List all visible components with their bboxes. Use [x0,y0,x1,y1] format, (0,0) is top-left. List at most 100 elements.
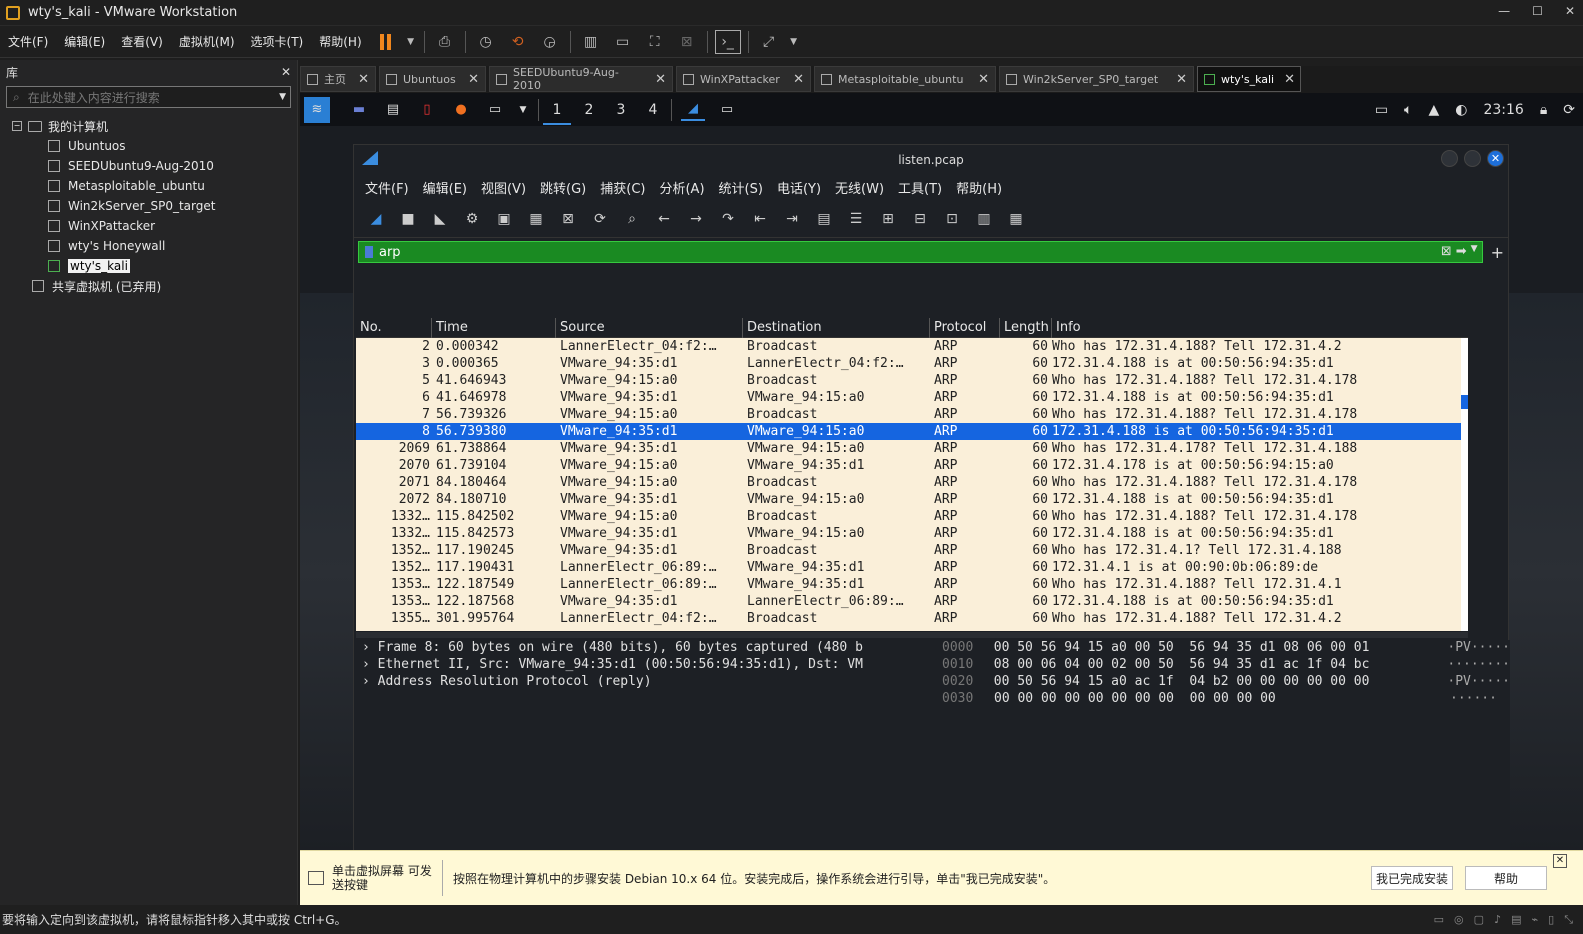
capture-options-icon[interactable]: ⚙ [459,206,485,232]
fullscreen-icon[interactable]: ⤡ [1564,913,1573,927]
resize-columns-icon[interactable]: ▥ [971,206,997,232]
close-tab-icon[interactable]: ✕ [468,72,479,87]
ws-menu-help[interactable]: 帮助(H) [949,178,1009,197]
ws-menu-file[interactable]: 文件(F) [358,178,416,197]
autoscroll-icon[interactable]: ▤ [811,206,837,232]
terminal-task-icon[interactable]: ▭ [715,99,739,121]
pause-button[interactable] [373,30,399,54]
stop-capture-icon[interactable]: ■ [395,206,421,232]
menu-vm[interactable]: 虚拟机(M) [171,33,243,50]
go-back-icon[interactable]: ← [651,206,677,232]
col-header-no[interactable]: No. [356,318,432,338]
send-keys-icon[interactable]: ⎙ [432,30,458,54]
tree-item-vm[interactable]: wty's Honeywall [0,236,297,256]
last-packet-icon[interactable]: ⇥ [779,206,805,232]
packet-row[interactable]: 2069 61.738864 VMware_94:35:d1 VMware_94:15… [356,440,1468,457]
printer-icon[interactable]: ▤ [1511,913,1521,927]
close-file-icon[interactable]: ⊠ [555,206,581,232]
col-header-protocol[interactable]: Protocol [930,318,1000,338]
menu-view[interactable]: 查看(V) [113,33,171,50]
menu-edit[interactable]: 编辑(E) [56,33,113,50]
finished-install-button[interactable]: 我已完成安装 [1371,866,1453,890]
tab-ubuntuos[interactable]: Ubuntuos ✕ [379,66,486,92]
clear-filter-icon[interactable]: ⊠ [1441,244,1452,259]
hex-bytes[interactable]: 08 00 06 04 00 02 00 50 56 94 35 d1 ac 1… [990,657,1448,674]
packet-row[interactable]: 1353… 122.187568 VMware_94:35:d1 LannerElec… [356,593,1468,610]
network-icon[interactable]: ▢ [1474,913,1484,927]
cd-icon[interactable]: ◎ [1454,913,1464,927]
tree-item-vm[interactable]: Win2kServer_SP0_target [0,196,297,216]
packet-bytes[interactable]: 0000 00 50 56 94 15 a0 00 50 56 94 35 d1 … [934,640,1510,850]
tree-node-shared[interactable]: 共享虚拟机 (已弃用) [0,276,297,296]
hex-bytes[interactable]: 00 50 56 94 15 a0 ac 1f 04 b2 00 00 00 0… [990,674,1448,691]
hex-ascii[interactable]: ······ [1450,691,1497,708]
reload-file-icon[interactable]: ⟳ [587,206,613,232]
find-packet-icon[interactable]: ⌕ [619,206,645,232]
hard-disk-icon[interactable]: ▭ [1434,913,1444,927]
fullscreen-icon[interactable]: ⛶ [642,30,668,54]
close-tab-icon[interactable]: ✕ [358,72,369,87]
open-file-icon[interactable]: ▣ [491,206,517,232]
show-library-icon[interactable]: ▥ [578,30,604,54]
minimize-icon[interactable] [1441,150,1458,167]
tree-node-my-computer[interactable]: − 我的计算机 [0,116,297,136]
clock[interactable]: 23:16 [1483,102,1523,118]
pause-dropdown-icon[interactable]: ▼ [405,30,417,54]
hex-ascii[interactable]: ·PV····· [1447,674,1510,691]
packet-row[interactable]: 3 0.000365 VMware_94:35:d1 LannerElectr_04:… [356,355,1468,372]
expand-icon[interactable]: › [362,657,378,672]
hex-ascii[interactable]: ·PV····· [1447,640,1510,657]
display-icon[interactable]: ▭ [1375,102,1388,118]
tab-winxpattacker[interactable]: WinXPattacker ✕ [676,66,811,92]
sound-icon[interactable]: ♪ [1494,913,1501,927]
snapshot-manager-icon[interactable]: ◶ [537,30,563,54]
tab-metasploitable[interactable]: Metasploitable_ubuntu ✕ [814,66,996,92]
tree-item-vm[interactable]: Metasploitable_ubuntu [0,176,297,196]
normal-size-icon[interactable]: ⊡ [939,206,965,232]
add-filter-button-icon[interactable]: + [1491,243,1504,262]
hex-bytes[interactable]: 00 50 56 94 15 a0 00 50 56 94 35 d1 08 0… [990,640,1448,657]
tree-item-vm-selected[interactable]: wty's_kali [0,256,297,276]
ws-menu-telephony[interactable]: 电话(Y) [770,178,828,197]
close-tab-icon[interactable]: ✕ [1176,72,1187,87]
close-tab-icon[interactable]: ✕ [793,72,804,87]
packet-row[interactable]: 2071 84.180464 VMware_94:15:a0 Broadcast ARP… [356,474,1468,491]
packet-row[interactable]: 6 41.646978 VMware_94:35:d1 VMware_94:15:a0… [356,389,1468,406]
close-tab-icon[interactable]: ✕ [978,72,989,87]
packet-row[interactable]: 1332… 115.842502 VMware_94:15:a0 Broadcast A… [356,508,1468,525]
packet-row-selected[interactable]: 8 56.739380 VMware_94:35:d1 VMware_94:15:a0… [356,423,1468,440]
col-header-source[interactable]: Source [556,318,743,338]
ws-menu-tools[interactable]: 工具(T) [891,178,949,197]
packet-list-scrollbar[interactable] [1461,338,1468,631]
first-packet-icon[interactable]: ⇤ [747,206,773,232]
tab-home[interactable]: 主页 ✕ [300,66,376,92]
ws-menu-capture[interactable]: 捕获(C) [593,178,652,197]
tab-win2kserver[interactable]: Win2kServer_SP0_target ✕ [999,66,1194,92]
packet-row[interactable]: 2070 61.739104 VMware_94:15:a0 VMware_94:35… [356,457,1468,474]
ws-menu-wireless[interactable]: 无线(W) [828,178,891,197]
workspace-4[interactable]: 4 [639,102,667,118]
close-tab-icon[interactable]: ✕ [655,72,666,87]
display-filter-input[interactable]: arp ⊠ ➡ ▼ [358,241,1483,263]
stretch-dropdown-icon[interactable]: ▼ [788,30,800,54]
detail-tree-item[interactable]: › Address Resolution Protocol (reply) [356,674,928,691]
usb-icon[interactable]: ⌁ [1532,913,1539,927]
workspace-3[interactable]: 3 [607,102,635,118]
ws-menu-go[interactable]: 跳转(G) [533,178,593,197]
workspace-2[interactable]: 2 [575,102,603,118]
layout-icon[interactable]: ▦ [1003,206,1029,232]
packet-row[interactable]: 1353… 122.187549 LannerElectr_06:89:… VMwar… [356,576,1468,593]
firefox-icon[interactable]: ● [449,99,473,121]
revert-snapshot-icon[interactable]: ⟲ [505,30,531,54]
menu-help[interactable]: 帮助(H) [311,33,369,50]
show-desktop-icon[interactable]: ▬ [347,99,371,121]
col-header-length[interactable]: Length [1000,318,1052,338]
detail-tree-item[interactable]: › Ethernet II, Src: VMware_94:35:d1 (00:… [356,657,928,674]
detail-tree-item[interactable]: › Frame 8: 60 bytes on wire (480 bits), … [356,640,928,657]
kali-menu-icon[interactable]: ≋ [304,96,330,123]
col-header-info[interactable]: Info [1052,318,1468,338]
text-editor-icon[interactable]: ▯ [415,99,439,121]
zoom-out-icon[interactable]: ⊟ [907,206,933,232]
menu-file[interactable]: 文件(F) [0,33,56,50]
close-icon[interactable]: ✕ [1487,150,1504,167]
